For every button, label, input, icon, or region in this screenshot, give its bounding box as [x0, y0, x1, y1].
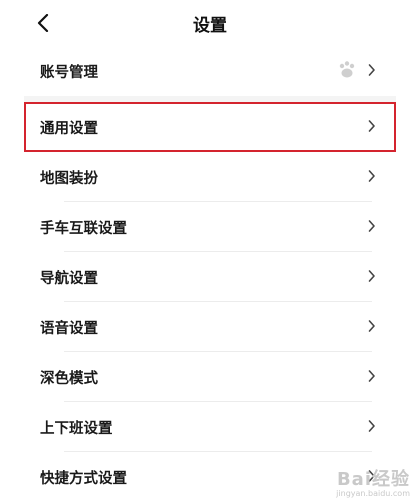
watermark-url: jingyan.baidu.com — [336, 489, 410, 498]
chevron-right-icon — [368, 320, 375, 332]
settings-item-label: 地图装扮 — [40, 170, 98, 187]
top-bar: 设置 — [0, 0, 420, 46]
watermark-logo: Bai经验 — [336, 469, 410, 490]
chevron-right-icon — [368, 220, 375, 232]
settings-screen: 设置 账号管理 通用设置 地图装扮 手车互联设置 导航设置 语音设置 深色模式 … — [0, 0, 420, 500]
settings-item-navigation[interactable]: 导航设置 — [24, 252, 396, 302]
settings-item-car-connect[interactable]: 手车互联设置 — [24, 202, 396, 252]
page-title: 设置 — [193, 16, 227, 36]
settings-item-label: 账号管理 — [40, 64, 98, 81]
watermark: Bai经验 jingyan.baidu.com — [336, 465, 410, 498]
chevron-right-icon — [368, 120, 375, 132]
chevron-right-icon — [368, 270, 375, 282]
settings-item-label: 手车互联设置 — [40, 220, 127, 237]
chevron-right-icon — [368, 370, 375, 382]
chevron-right-icon — [368, 170, 375, 182]
settings-item-commute[interactable]: 上下班设置 — [24, 402, 396, 452]
settings-item-label: 深色模式 — [40, 370, 98, 387]
baidu-paw-icon — [339, 61, 355, 78]
settings-item-label: 语音设置 — [40, 320, 98, 337]
chevron-right-icon — [368, 64, 375, 76]
settings-item-label: 导航设置 — [40, 270, 98, 287]
settings-list: 账号管理 通用设置 地图装扮 手车互联设置 导航设置 语音设置 深色模式 上下班… — [0, 46, 420, 500]
settings-item-general[interactable]: 通用设置 — [24, 102, 396, 152]
settings-item-map-theme[interactable]: 地图装扮 — [24, 152, 396, 202]
settings-item-label: 通用设置 — [40, 120, 98, 137]
settings-item-dark-mode[interactable]: 深色模式 — [24, 352, 396, 402]
settings-item-voice[interactable]: 语音设置 — [24, 302, 396, 352]
settings-item-account[interactable]: 账号管理 — [24, 46, 396, 96]
chevron-right-icon — [368, 420, 375, 432]
settings-item-label: 快捷方式设置 — [40, 470, 127, 487]
settings-item-label: 上下班设置 — [40, 420, 113, 437]
